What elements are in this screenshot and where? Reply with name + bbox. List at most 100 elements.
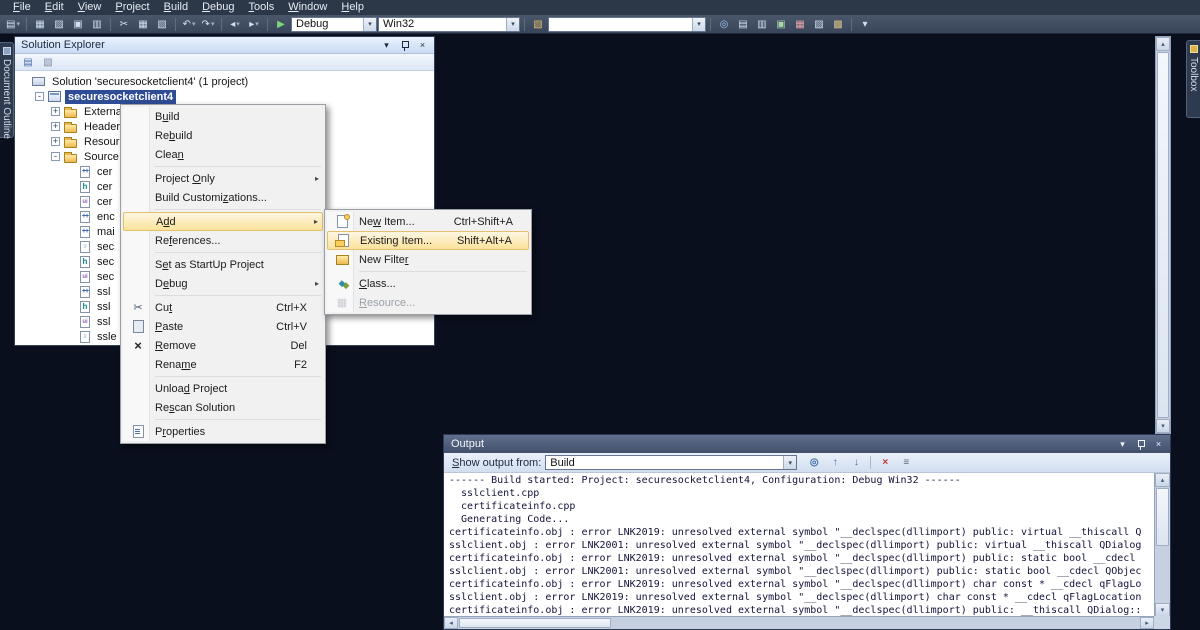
- toolbar-options-icon[interactable]: ▾: [856, 16, 874, 32]
- combo-dropdown-icon[interactable]: ▾: [363, 17, 376, 31]
- scroll-up-icon[interactable]: ▴: [1155, 473, 1170, 487]
- show-all-files-icon[interactable]: ▧: [40, 55, 56, 69]
- extension-manager-icon[interactable]: ▩: [829, 16, 847, 32]
- start-page-icon[interactable]: ▨: [810, 16, 828, 32]
- output-vertical-scrollbar[interactable]: ▴ ▾: [1154, 473, 1170, 617]
- menu-item-project-only[interactable]: Project Only ▸: [123, 169, 323, 188]
- dropdown-caret-icon[interactable]: ▾: [255, 20, 259, 28]
- start-debug-icon[interactable]: ▶: [272, 16, 290, 32]
- combo-dropdown-icon[interactable]: ▾: [506, 17, 519, 31]
- menubar-debug[interactable]: Debug: [195, 0, 241, 15]
- expand-icon[interactable]: +: [51, 122, 60, 131]
- solution-platforms-combo[interactable]: Win32 ▾: [378, 16, 520, 32]
- menu-item-new-filter[interactable]: New Filter: [327, 250, 529, 269]
- toolbox-tab[interactable]: Toolbox: [1186, 40, 1200, 118]
- properties-icon[interactable]: ▤: [20, 55, 36, 69]
- copy-icon[interactable]: ▦: [134, 16, 152, 32]
- menubar-edit[interactable]: Edit: [38, 0, 71, 15]
- menubar-tools[interactable]: Tools: [242, 0, 282, 15]
- dropdown-caret-icon[interactable]: ▾: [16, 20, 20, 28]
- output-horizontal-scrollbar[interactable]: ◂ ▸: [444, 616, 1154, 629]
- menubar-file[interactable]: File: [6, 0, 38, 15]
- menu-item-rescan-solution[interactable]: Rescan Solution: [123, 398, 323, 417]
- menu-item-properties[interactable]: Properties: [123, 422, 323, 441]
- expand-icon[interactable]: +: [51, 107, 60, 116]
- menu-item-references[interactable]: References...: [123, 231, 323, 250]
- add-item-icon[interactable]: ▦: [31, 16, 49, 32]
- scroll-up-icon[interactable]: ▴: [1156, 37, 1170, 51]
- error-list-icon[interactable]: ▦: [791, 16, 809, 32]
- solution-configurations-combo[interactable]: Debug ▾: [291, 16, 377, 32]
- object-browser-icon[interactable]: ▣: [772, 16, 790, 32]
- scroll-right-icon[interactable]: ▸: [1140, 617, 1154, 629]
- scrollbar-thumb[interactable]: [1157, 52, 1169, 418]
- tree-item[interactable]: Solution 'securesocketclient4' (1 projec…: [15, 74, 434, 89]
- word-wrap-icon[interactable]: ≡: [897, 455, 915, 471]
- find-message-icon[interactable]: ◎: [805, 455, 823, 471]
- close-icon[interactable]: ×: [415, 39, 430, 52]
- menu-item-remove[interactable]: Remove Del: [123, 336, 323, 355]
- navigate-backward-icon[interactable]: ◂ ▾: [226, 16, 244, 32]
- save-icon[interactable]: ▣: [69, 16, 87, 32]
- output-console[interactable]: ------ Build started: Project: securesoc…: [446, 474, 1154, 617]
- next-message-icon[interactable]: ↓: [847, 455, 865, 471]
- menu-item-rebuild[interactable]: Rebuild: [123, 126, 323, 145]
- save-all-icon[interactable]: ▥: [88, 16, 106, 32]
- menubar-build[interactable]: Build: [157, 0, 195, 15]
- dropdown-caret-icon[interactable]: ▾: [236, 20, 240, 28]
- solution-explorer-titlebar[interactable]: Solution Explorer ▾ ×: [15, 37, 434, 54]
- pin-icon[interactable]: [1133, 438, 1148, 451]
- menu-item-build-customizations[interactable]: Build Customizations...: [123, 188, 323, 207]
- menu-item-class[interactable]: Class...: [327, 274, 529, 293]
- find-in-files-icon[interactable]: ▧: [529, 16, 547, 32]
- dropdown-caret-icon[interactable]: ▾: [211, 20, 215, 28]
- menu-item-set-as-startup-project[interactable]: Set as StartUp Project: [123, 255, 323, 274]
- scrollbar-thumb[interactable]: [459, 618, 611, 628]
- paste-icon[interactable]: ▧: [153, 16, 171, 32]
- menu-item-resource[interactable]: Resource...: [327, 293, 529, 312]
- tree-item[interactable]: - securesocketclient4: [15, 89, 434, 104]
- navigate-forward-icon[interactable]: ▸ ▾: [245, 16, 263, 32]
- menu-item-rename[interactable]: Rename F2: [123, 355, 323, 374]
- menu-item-debug[interactable]: Debug ▸: [123, 274, 323, 293]
- close-icon[interactable]: ×: [1151, 438, 1166, 451]
- properties-window-icon[interactable]: ▥: [753, 16, 771, 32]
- menubar-help[interactable]: Help: [334, 0, 371, 15]
- document-outline-tab[interactable]: Document Outline: [0, 42, 14, 139]
- editor-vertical-scrollbar[interactable]: ▴ ▾: [1155, 36, 1171, 434]
- window-position-icon[interactable]: ▾: [379, 39, 394, 52]
- undo-icon[interactable]: ↶ ▾: [180, 16, 198, 32]
- menu-item-new-item[interactable]: New Item... Ctrl+Shift+A: [327, 212, 529, 231]
- combo-dropdown-icon[interactable]: ▾: [692, 17, 705, 31]
- menu-item-cut[interactable]: Cut Ctrl+X: [123, 298, 323, 317]
- menu-item-unload-project[interactable]: Unload Project: [123, 379, 323, 398]
- combo-dropdown-icon[interactable]: ▾: [783, 456, 797, 469]
- pin-icon[interactable]: [397, 39, 412, 52]
- output-titlebar[interactable]: Output ▾ ×: [444, 435, 1170, 453]
- menu-item-clean[interactable]: Clean: [123, 145, 323, 164]
- scrollbar-thumb[interactable]: [1156, 488, 1169, 546]
- menu-item-paste[interactable]: Paste Ctrl+V: [123, 317, 323, 336]
- redo-icon[interactable]: ↷ ▾: [199, 16, 217, 32]
- clear-all-icon[interactable]: ×: [876, 455, 894, 471]
- previous-message-icon[interactable]: ↑: [826, 455, 844, 471]
- solution-explorer-icon[interactable]: ▤: [734, 16, 752, 32]
- show-output-from-combo[interactable]: Build ▾: [545, 455, 798, 470]
- dropdown-caret-icon[interactable]: ▾: [192, 20, 196, 28]
- menubar-window[interactable]: Window: [281, 0, 334, 15]
- scroll-left-icon[interactable]: ◂: [444, 617, 458, 629]
- menu-item-add[interactable]: Add ▸: [123, 212, 323, 231]
- quick-find-icon[interactable]: ◎: [715, 16, 733, 32]
- menubar-project[interactable]: Project: [108, 0, 156, 15]
- cut-icon[interactable]: ✂: [115, 16, 133, 32]
- menu-item-build[interactable]: Build: [123, 107, 323, 126]
- find-combo[interactable]: ▾: [548, 16, 706, 32]
- window-position-icon[interactable]: ▾: [1115, 438, 1130, 451]
- menubar-view[interactable]: View: [71, 0, 109, 15]
- new-item-icon[interactable]: ▤ ▾: [4, 16, 22, 32]
- open-file-icon[interactable]: ▨: [50, 16, 68, 32]
- collapse-icon[interactable]: -: [51, 152, 60, 161]
- menu-item-existing-item[interactable]: Existing Item... Shift+Alt+A: [327, 231, 529, 250]
- scroll-down-icon[interactable]: ▾: [1156, 419, 1170, 433]
- collapse-icon[interactable]: -: [35, 92, 44, 101]
